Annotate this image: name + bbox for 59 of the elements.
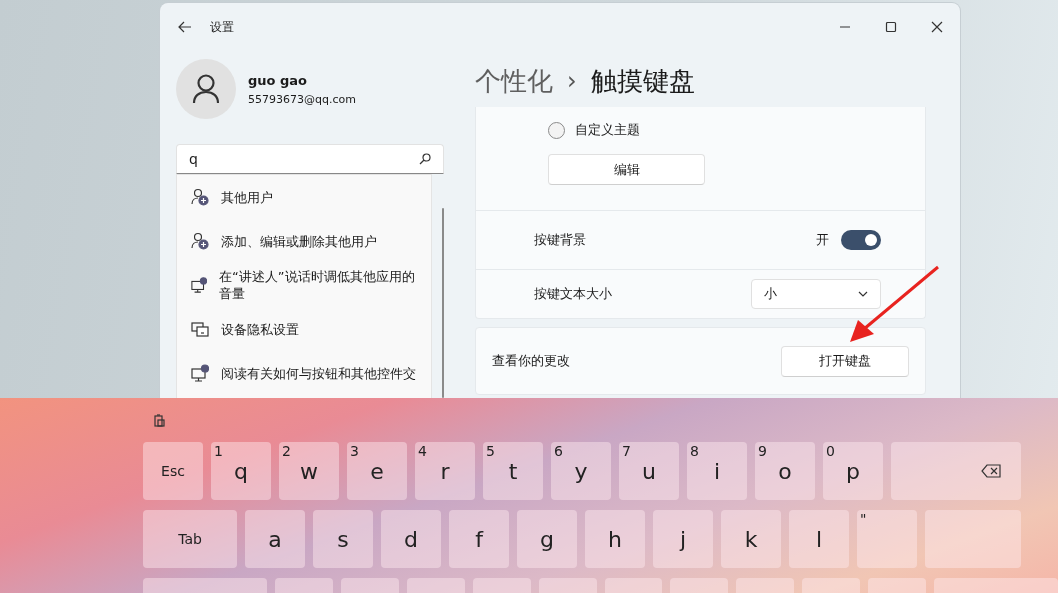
monitor-icon <box>191 364 209 382</box>
close-icon[interactable] <box>931 21 943 33</box>
open-keyboard-button[interactable]: 打开键盘 <box>781 345 909 377</box>
clipboard-icon <box>154 413 165 427</box>
suggestion-item[interactable]: 设备隐私设置 <box>177 307 431 351</box>
keyboard-key[interactable]: l <box>789 510 849 568</box>
suggestion-item[interactable]: 阅读有关如何与按钮和其他控件交 <box>177 351 431 395</box>
keyboard-key[interactable]: i 8 <box>687 442 747 500</box>
account-name: guo gao <box>248 72 309 88</box>
keyboard-key[interactable]: s <box>313 510 373 568</box>
back-icon <box>178 21 192 33</box>
keyboard-key[interactable]: o 9 <box>755 442 815 500</box>
toggle-switch[interactable] <box>841 230 881 250</box>
keyboard-key[interactable]: t 5 <box>483 442 543 500</box>
backspace-icon <box>981 464 1001 478</box>
keyboard-key[interactable]: " <box>857 510 917 568</box>
suggestion-item[interactable]: 其他用户 <box>177 175 431 219</box>
monitor-icon <box>191 276 208 294</box>
keyboard-key[interactable]: a <box>245 510 305 568</box>
keyboard-key[interactable]: f <box>449 510 509 568</box>
keyboard-key[interactable]: Esc <box>143 442 203 500</box>
search-field[interactable]: q <box>176 144 444 174</box>
edit-button[interactable]: 编辑 <box>548 154 705 185</box>
keyboard-key[interactable]: k <box>721 510 781 568</box>
keyboard-key[interactable]: h <box>585 510 645 568</box>
keyboard-key[interactable] <box>891 442 1021 500</box>
keyboard-key[interactable]: u 7 <box>619 442 679 500</box>
keyboard-key[interactable]: p 0 <box>823 442 883 500</box>
page-title: 触摸键盘 <box>590 64 695 98</box>
window-title: 设置 <box>210 18 234 36</box>
keyboard-key[interactable]: e 3 <box>347 442 407 500</box>
keyboard-key[interactable]: j <box>653 510 713 568</box>
chevron-icon <box>858 291 868 297</box>
keyboard-key[interactable]: w 2 <box>279 442 339 500</box>
person-icon <box>192 74 220 104</box>
keyboard-key[interactable]: q 1 <box>211 442 271 500</box>
user-add-icon <box>191 232 209 250</box>
user-add-icon <box>191 188 209 206</box>
keyboard-key[interactable]: g <box>517 510 577 568</box>
keyboard-key[interactable]: d <box>381 510 441 568</box>
dropdown[interactable]: 小 <box>751 279 881 309</box>
breadcrumb-separator: › <box>567 67 577 95</box>
radio-button[interactable] <box>548 121 565 139</box>
devices-icon <box>191 320 209 338</box>
account-email: 55793673@qq.com <box>248 92 356 106</box>
keyboard-key[interactable]: y 6 <box>551 442 611 500</box>
keyboard-key[interactable]: Tab <box>143 510 237 568</box>
toggle-state: 开 <box>816 231 829 249</box>
setting-label: 按键背景 <box>534 231 587 249</box>
keyboard-key[interactable]: r 4 <box>415 442 475 500</box>
maximize-icon[interactable] <box>885 21 897 33</box>
radio-label: 自定义主题 <box>575 121 640 139</box>
keyboard-key[interactable] <box>925 510 1021 568</box>
preview-label: 查看你的更改 <box>492 352 570 370</box>
breadcrumb-link[interactable]: 个性化 <box>475 63 553 99</box>
setting-label: 按键文本大小 <box>534 285 613 303</box>
search-icon <box>419 153 431 165</box>
suggestion-item[interactable]: 添加、编辑或删除其他用户 <box>177 219 431 263</box>
suggestion-item[interactable]: 在“讲述人”说话时调低其他应用的音量 <box>177 263 431 307</box>
